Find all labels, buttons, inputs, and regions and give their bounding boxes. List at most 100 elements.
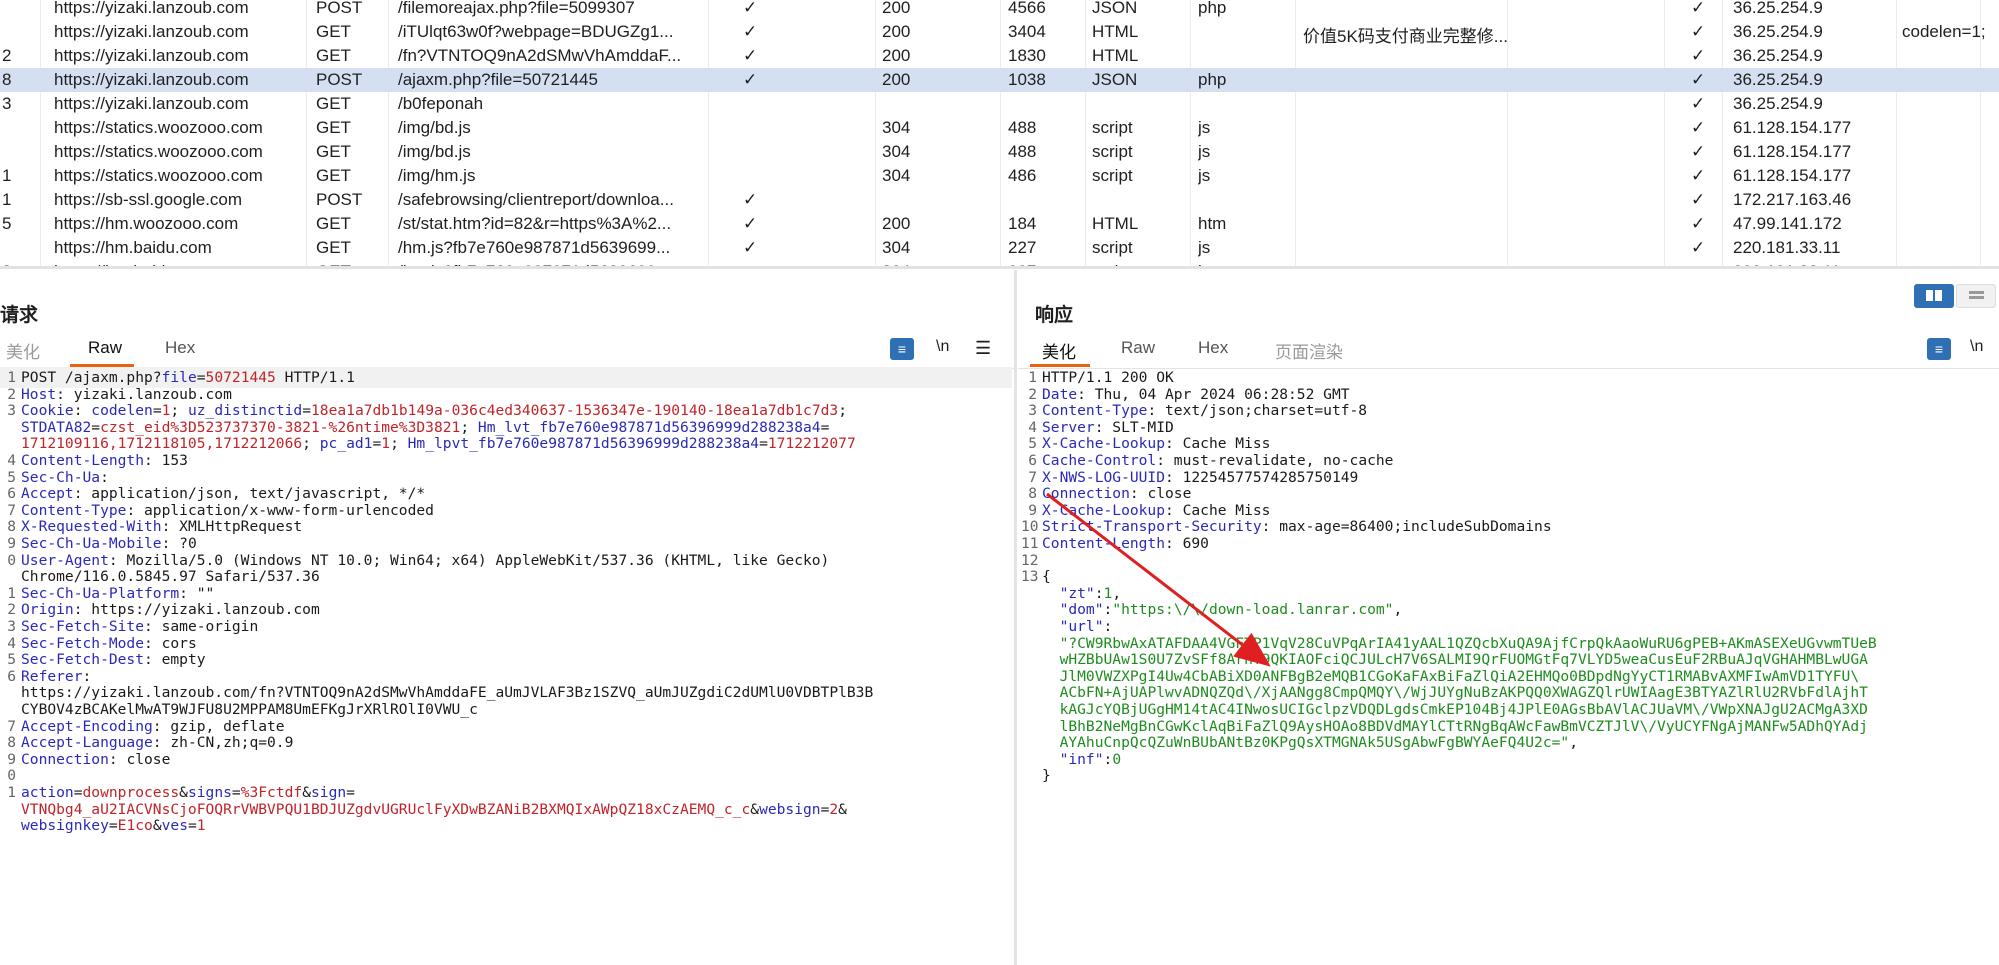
row-ip: 172.217.163.46 — [1733, 190, 1852, 209]
row-path: /b0feponah — [398, 94, 484, 113]
row-edited: ✓ — [743, 22, 758, 41]
row-length: 184 — [1008, 214, 1037, 233]
row-ext: js — [1198, 118, 1211, 137]
row-edited: ✓ — [743, 46, 758, 65]
row-id: 2 — [2, 46, 12, 65]
row-mime: script — [1092, 166, 1133, 185]
row-method: GET — [316, 166, 351, 185]
wrap-icon[interactable]: ≡ — [1927, 338, 1951, 360]
token: & — [152, 817, 162, 835]
row-tls: ✓ — [1691, 118, 1706, 137]
tab-render[interactable]: 页面渲染 — [1275, 338, 1343, 363]
row-id: 1 — [2, 166, 12, 185]
row-ip: 61.128.154.177 — [1733, 118, 1852, 137]
row-host: https://yizaki.lanzoub.com — [54, 22, 249, 41]
row-ip: 47.99.141.172 — [1733, 214, 1842, 233]
row-mime: HTML — [1092, 22, 1139, 41]
table-row[interactable]: 2 https://yizaki.lanzoub.com GET/fn?VTNTOQ… — [0, 44, 1999, 68]
token: } — [1042, 767, 1051, 785]
row-length: 1038 — [1008, 70, 1046, 89]
row-id: 5 — [2, 214, 12, 233]
table-row[interactable]: 3 https://yizaki.lanzoub.com GET/b0feponah… — [0, 92, 1999, 116]
row-ext: php — [1198, 0, 1227, 17]
row-mime: script — [1092, 118, 1133, 137]
table-row[interactable]: 8 https://yizaki.lanzoub.com POST/ajaxm.ph… — [0, 68, 1999, 92]
row-ext: js — [1198, 238, 1211, 257]
row-method: GET — [316, 238, 351, 257]
row-tls: ✓ — [1691, 166, 1706, 185]
row-edited: ✓ — [743, 70, 758, 89]
row-ip: 36.25.254.9 — [1733, 0, 1823, 17]
row-status: 200 — [882, 0, 911, 17]
row-id: 3 — [2, 94, 12, 113]
row-edited: ✓ — [743, 190, 758, 209]
newline-toggle[interactable]: \n — [1970, 338, 1983, 356]
table-row[interactable]: 5 https://hm.woozooo.com GET/st/stat.htm?i… — [0, 212, 1999, 236]
table-row[interactable]: https://statics.woozooo.com GET/img/bd.js… — [0, 140, 1999, 164]
token: ves — [161, 817, 188, 835]
row-method: GET — [316, 214, 351, 233]
row-path: /iTUlqt63w0f?webpage=BDUGZg1... — [398, 22, 674, 41]
row-path: /img/bd.js — [398, 118, 471, 137]
row-host: https://hm.baidu.com — [54, 238, 212, 257]
row-edited: ✓ — [743, 238, 758, 257]
row-length: 227 — [1008, 238, 1037, 257]
tab-hex[interactable]: Hex — [1198, 338, 1228, 358]
tab-raw[interactable]: Raw — [1121, 338, 1155, 358]
row-ext: htm — [1198, 214, 1227, 233]
row-ext: php — [1198, 70, 1227, 89]
row-tls: ✓ — [1691, 238, 1706, 257]
row-ip: 36.25.254.9 — [1733, 46, 1823, 65]
menu-icon[interactable]: ☰ — [975, 338, 991, 359]
layout-split-icon[interactable] — [1914, 284, 1954, 308]
row-method: GET — [316, 22, 351, 41]
token: websignkey — [21, 817, 109, 835]
row-method: POST — [316, 190, 363, 209]
row-length: 486 — [1008, 166, 1037, 185]
tab-pretty[interactable]: 美化 — [6, 338, 40, 363]
table-row[interactable]: https://yizaki.lanzoub.com GET/iTUlqt63w0… — [0, 20, 1999, 46]
table-row[interactable]: https://statics.woozooo.com GET/img/bd.js… — [0, 116, 1999, 140]
row-path: /st/stat.htm?id=82&r=https%3A%2... — [398, 214, 672, 233]
row-tls: ✓ — [1691, 46, 1706, 65]
request-pane: 请求 美化 Raw Hex ≡ \n ☰ 1 POST /ajaxm.php?fi… — [0, 270, 1014, 965]
response-tabs: 美化 Raw Hex 页面渲染 — [1018, 338, 1418, 366]
row-status: 200 — [882, 214, 911, 233]
row-status: 200 — [882, 46, 911, 65]
pane-divider[interactable] — [1014, 270, 1017, 965]
row-path: /fn?VTNTOQ9nA2dSMwVhAmddaF... — [398, 46, 682, 65]
row-ip: 36.25.254.9 — [1733, 94, 1823, 113]
row-ip: 36.25.254.9 — [1733, 70, 1823, 89]
row-mime: HTML — [1092, 214, 1139, 233]
tab-pretty[interactable]: 美化 — [1042, 338, 1076, 363]
table-row[interactable]: https://hm.baidu.com GET/hm.js?fb7e760e98… — [0, 236, 1999, 260]
row-length: 3404 — [1008, 22, 1046, 41]
table-row[interactable]: 1 https://statics.woozooo.com GET/img/hm.j… — [0, 164, 1999, 188]
row-status: 304 — [882, 166, 911, 185]
tab-raw[interactable]: Raw — [88, 338, 122, 358]
response-title: 响应 — [1035, 305, 1074, 326]
token: E1co — [117, 817, 153, 835]
table-row[interactable]: 1 https://sb-ssl.google.com POST/safebrows… — [0, 188, 1999, 212]
layout-single-icon[interactable] — [1956, 284, 1996, 308]
row-cookies: codelen=1; — [1902, 22, 1986, 41]
row-id: 8 — [2, 70, 12, 89]
wrap-icon[interactable]: ≡ — [890, 338, 914, 360]
table-bottom-border — [0, 266, 1999, 269]
layout-toggle — [1914, 284, 1999, 308]
code-line: } — [1021, 765, 1999, 786]
tab-hex[interactable]: Hex — [165, 338, 195, 358]
row-mime: script — [1092, 142, 1133, 161]
newline-toggle[interactable]: \n — [936, 338, 949, 356]
table-row[interactable]: https://yizaki.lanzoub.com POST/filemorea… — [0, 0, 1999, 20]
row-host: https://yizaki.lanzoub.com — [54, 94, 249, 113]
row-tls: ✓ — [1691, 142, 1706, 161]
row-method: GET — [316, 118, 351, 137]
row-status: 200 — [882, 70, 911, 89]
proxy-history-table: https://yizaki.lanzoub.com POST/filemorea… — [0, 0, 1999, 268]
row-ext: js — [1198, 142, 1211, 161]
row-host: https://hm.woozooo.com — [54, 214, 239, 233]
row-mime: HTML — [1092, 46, 1139, 65]
row-status: 304 — [882, 142, 911, 161]
row-host: https://yizaki.lanzoub.com — [54, 0, 249, 17]
